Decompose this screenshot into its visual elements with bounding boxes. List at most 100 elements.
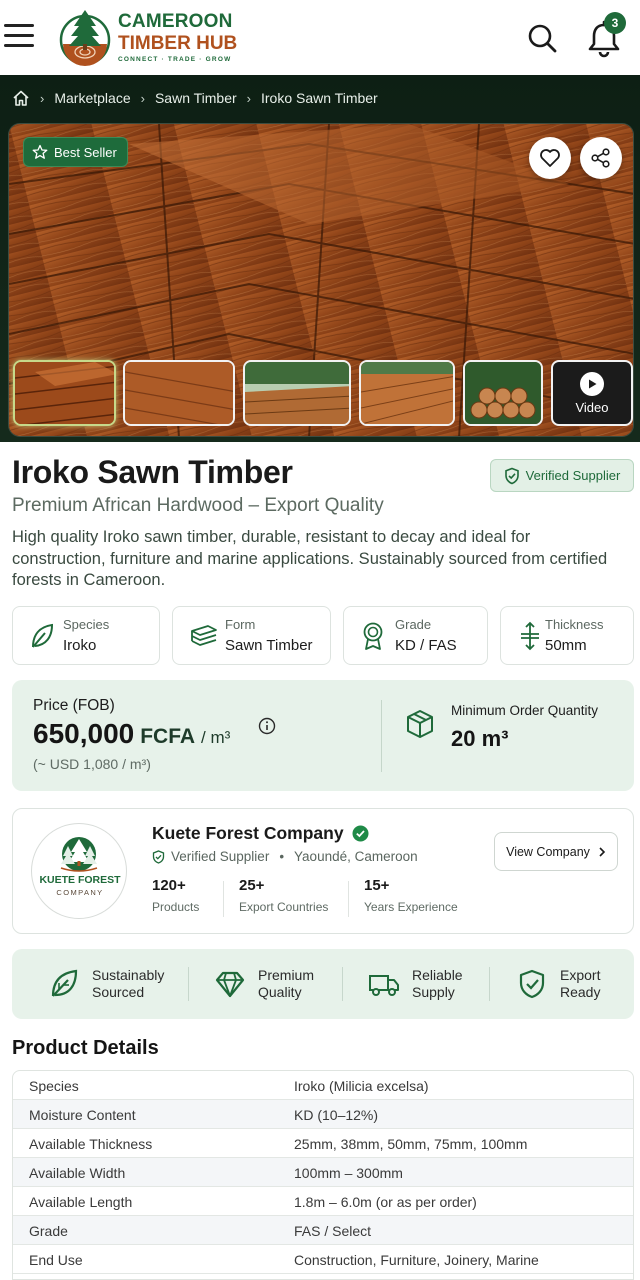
thumbnail-image [245,362,349,424]
row-value: KD (10–12%) [294,1107,379,1123]
divider [381,700,382,772]
stat-label: Export Countries [239,900,329,914]
menu-icon[interactable] [4,24,34,50]
divider [223,881,224,917]
supplier-logo-line1: KUETE FOREST [39,874,121,886]
logo-tree-icon[interactable] [58,8,112,66]
video-label: Video [575,399,609,415]
feature-line2: Quality [258,984,302,1000]
search-icon[interactable] [526,22,558,54]
row-key: Grade [29,1223,68,1239]
notification-badge: 3 [604,12,626,34]
main-product-photo[interactable]: Best Seller Video [8,123,634,437]
row-key: Available Length [29,1194,133,1210]
shield-check-icon [519,969,545,999]
chevron-right-icon [599,846,606,857]
stat-years-experience: 15+ Years Experience [364,877,458,914]
row-key: Available Thickness [29,1136,153,1152]
table-row: Available Width 100mm – 300mm [13,1158,633,1187]
supplier-name[interactable]: Kuete Forest Company [152,823,344,844]
product-description: High quality Iroko sawn timber, durable,… [12,528,608,589]
info-icon[interactable] [258,717,276,735]
feature-reliable-supply: Reliable Supply [368,949,463,1019]
row-value: Iroko (Milicia excelsa) [294,1078,429,1094]
price-panel: Price (FOB) 650,000 FCFA / m³ (~ USD 1,0… [12,680,634,791]
box-icon [407,710,433,738]
thumbnail-image [361,362,453,424]
breadcrumb-current: Iroko Sawn Timber [261,90,378,106]
spec-form: Form Sawn Timber [172,606,331,665]
features-strip: Sustainably Sourced Premium Quality Reliab… [12,949,634,1019]
row-value: Construction, Furniture, Joinery, Marine [294,1252,539,1268]
supplier-logo-line2: COMPANY [56,888,104,897]
view-company-label: View Company [506,844,590,859]
spec-label: Grade [395,617,432,632]
thumbnail-1[interactable] [13,360,116,426]
row-key: End Use [29,1252,83,1268]
thumbnail-2[interactable] [123,360,235,426]
breadcrumb: › Marketplace › Sawn Timber › Iroko Sawn… [12,87,378,109]
thickness-icon [521,621,539,651]
thumbnail-3[interactable] [243,360,351,426]
thumbnail-image [125,362,233,424]
feature-line2: Supply [412,984,455,1000]
brand-line-2: TIMBER HUB [118,33,238,54]
stat-value: 120+ [152,877,186,894]
supplier-logo[interactable]: KUETE FOREST COMPANY [31,823,127,919]
shield-check-icon [504,467,519,484]
spec-value: Sawn Timber [225,637,313,654]
supplier-verified: Verified Supplier [171,849,270,864]
divider [342,967,343,1001]
spec-value: 50mm [545,637,587,654]
row-value: 1.8m – 6.0m (or as per order) [294,1194,477,1210]
favorite-button[interactable] [529,137,571,179]
moq-value: 20 m³ [451,726,509,751]
feature-line2: Sourced [92,984,145,1000]
thumbnail-video[interactable]: Video [551,360,633,426]
best-seller-badge: Best Seller [23,137,128,167]
brand-name: CAMEROON TIMBER HUB CONNECT · TRADE · GR… [118,11,237,63]
verified-check-icon [352,825,369,842]
price-amount: 650,000 [33,718,135,749]
verified-supplier-badge: Verified Supplier [490,459,634,492]
leaf-icon [51,969,78,997]
stat-value: 25+ [239,877,265,894]
stat-export-countries: 25+ Export Countries [239,877,328,914]
breadcrumb-sawn-timber[interactable]: Sawn Timber [155,90,237,106]
notifications-button[interactable]: 3 [586,12,626,58]
stat-value: 15+ [364,877,390,894]
divider [188,967,189,1001]
play-icon [580,371,604,396]
thumbnail-4[interactable] [359,360,455,426]
thumbnail-5[interactable] [463,360,543,426]
price-unit: / m³ [201,728,231,747]
price-label: Price (FOB) [33,697,115,714]
heart-icon [540,149,560,167]
table-row: Species Iroko (Milicia excelsa) [13,1071,633,1100]
share-icon [591,148,610,168]
breadcrumb-marketplace[interactable]: Marketplace [54,90,130,106]
star-icon [32,144,48,159]
table-row: Moisture Content KD (10–12%) [13,1100,633,1129]
row-key: Available Width [29,1165,126,1181]
view-company-button[interactable]: View Company [494,832,618,871]
spec-label: Species [63,617,110,632]
supplier-name-row: Kuete Forest Company [152,823,369,844]
divider [348,881,349,917]
share-button[interactable] [580,137,622,179]
spec-species: Species Iroko [12,606,160,665]
feature-export-ready: Export Ready [516,949,600,1019]
product-details-table: Species Iroko (Milicia excelsa) Moisture… [12,1070,634,1280]
brand-tagline: CONNECT · TRADE · GROW [118,56,232,63]
stat-label: Products [152,900,200,914]
verified-label: Verified Supplier [525,468,621,483]
thumbnail-image [465,362,541,424]
feature-line1: Sustainably [92,967,165,983]
best-seller-label: Best Seller [54,144,117,160]
table-row: Available Thickness 25mm, 38mm, 50mm, 75… [13,1129,633,1158]
supplier-card: KUETE FOREST COMPANY Kuete Forest Compan… [12,808,634,934]
row-key: Moisture Content [29,1107,136,1123]
supplier-trees-icon [60,837,98,872]
product-title: Iroko Sawn Timber [12,454,293,490]
home-icon[interactable] [12,89,30,107]
